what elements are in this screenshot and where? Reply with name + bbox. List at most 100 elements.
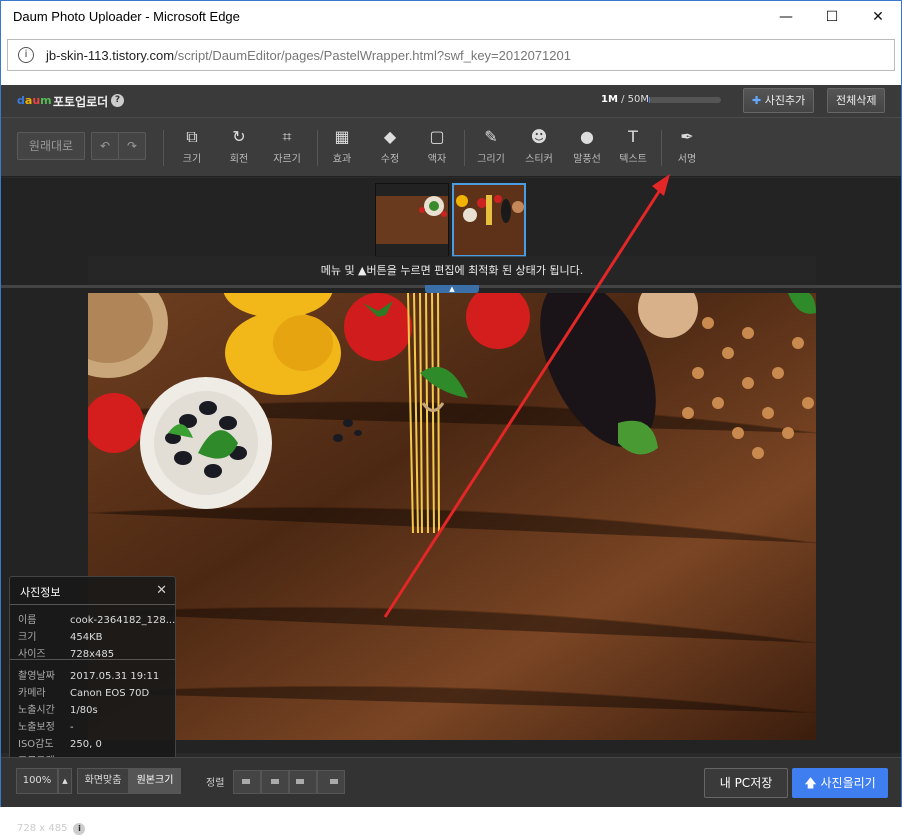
delete-all-button[interactable]: 전체삭제: [827, 88, 886, 113]
app-title: 포토업로더: [53, 95, 109, 109]
info-key: 이름: [18, 615, 37, 626]
toolbar-divider: [661, 130, 662, 166]
zoom-dropdown-icon[interactable]: ▲: [58, 768, 72, 794]
main-photo[interactable]: [88, 293, 816, 740]
info-row: 카메라 Canon EOS 70D: [18, 684, 178, 701]
info-value: 2017.05.31 19:11: [70, 671, 160, 682]
info-header: 사진정보 ✕: [10, 577, 175, 605]
undo-icon[interactable]: ↶: [91, 132, 119, 160]
maximize-button[interactable]: ☐: [809, 1, 855, 33]
fit-screen-button[interactable]: 화면맞춤: [77, 768, 129, 794]
toolbar-divider: [163, 130, 164, 166]
url-host: jb-skin-113.tistory.com: [46, 48, 175, 63]
align-left-icon[interactable]: [233, 770, 261, 794]
food-photo-image: [88, 293, 816, 740]
info-title: 사진정보: [20, 586, 61, 599]
align-wrap-left-icon[interactable]: [289, 770, 317, 794]
edit-toolbar: 원래대로 ↶ ↷ ⧉ 크기 ↻ 회전 ⌗ 자르기 ▦ 효과 ◆ 수정 ▢ 액자 ✎ 그리기 ☻ 스티커 ● 말풍선…: [1, 117, 901, 177]
info-key: ISO감도: [18, 739, 54, 750]
photo-stage: 메뉴 및 ▲버튼을 누르면 편집에 최적화 된 상태가 됩니다. ▲ 사진정보 …: [1, 178, 901, 835]
thumbnail-1[interactable]: [375, 183, 449, 257]
align-wrap-right-icon[interactable]: [317, 770, 345, 794]
upload-photo-button[interactable]: 🡅 사진올리기: [792, 768, 888, 798]
resize-icon: ⧉: [186, 127, 198, 146]
close-window-button[interactable]: ✕: [855, 1, 901, 33]
brush-icon: ✎: [484, 127, 498, 146]
redo-icon[interactable]: ↷: [118, 132, 146, 160]
info-key: 크기: [18, 632, 37, 643]
tool-label: 자르기: [273, 154, 301, 165]
daum-logo: daum: [17, 94, 52, 107]
help-icon[interactable]: ?: [111, 94, 124, 107]
info-value: cook-2364182_128...: [70, 615, 176, 626]
photo-uploader-app: daum 포토업로더 ? 1M / 50M ✚ 사진추가 전체삭제 원래대로 ↶…: [1, 85, 901, 835]
info-row: 이름 cook-2364182_128...: [18, 611, 178, 628]
storage-used: 1M: [601, 94, 618, 105]
align-label: 정렬: [206, 778, 225, 789]
app-header: daum 포토업로더 ? 1M / 50M ✚ 사진추가 전체삭제: [1, 85, 901, 117]
upload-arrow-icon: 🡅: [804, 776, 817, 790]
tool-effect[interactable]: ▦ 효과: [319, 126, 365, 170]
eraser-icon: ◆: [383, 127, 397, 146]
pen-icon: ✒: [680, 127, 694, 146]
effect-icon: ▦: [334, 127, 350, 146]
save-to-pc-button[interactable]: 내 PC저장: [704, 768, 788, 798]
tool-text[interactable]: T 텍스트: [610, 126, 656, 170]
tool-eraser[interactable]: ◆ 수정: [367, 126, 413, 170]
footer-bar: 100% ▲ 화면맞춤 원본크기 정렬 내 PC저장 🡅 사진올리기: [1, 757, 901, 807]
info-row: 노출보정 -: [18, 718, 178, 735]
zoom-select[interactable]: 100%: [16, 768, 58, 794]
url-field[interactable]: i jb-skin-113.tistory.com/script/DaumEdi…: [7, 39, 895, 71]
tool-speech-bubble[interactable]: ● 말풍선: [564, 126, 610, 170]
info-icon[interactable]: i: [18, 47, 34, 63]
info-divider: [10, 659, 175, 660]
info-key: 촬영날짜: [18, 671, 55, 682]
info-value: 1/80s: [70, 705, 98, 716]
toolbar-divider: [317, 130, 318, 166]
tool-rotate[interactable]: ↻ 회전: [216, 126, 262, 170]
thumbnail-2-selected[interactable]: [452, 183, 526, 257]
info-value: Canon EOS 70D: [70, 688, 150, 699]
tool-label: 텍스트: [619, 154, 647, 165]
frame-icon: ▢: [429, 127, 445, 146]
info-key: 카메라: [18, 688, 46, 699]
tool-smiley[interactable]: ☻ 스티커: [516, 126, 562, 170]
tool-crop[interactable]: ⌗ 자르기: [264, 126, 310, 170]
expand-arrow-icon[interactable]: ▲: [425, 285, 479, 293]
info-key: 노출보정: [18, 722, 55, 733]
info-key: 사이즈: [18, 649, 46, 660]
url-text: jb-skin-113.tistory.com/script/DaumEdito…: [46, 48, 571, 63]
info-key: 노출시간: [18, 705, 55, 716]
tool-label: 액자: [427, 154, 447, 165]
storage-bar-fill: [649, 97, 651, 103]
align-center-icon[interactable]: [261, 770, 289, 794]
thumbnail-1-image: [376, 184, 448, 256]
close-icon[interactable]: ✕: [156, 583, 167, 598]
info-icon[interactable]: i: [73, 823, 86, 835]
tool-brush[interactable]: ✎ 그리기: [468, 126, 514, 170]
browser-window: Daum Photo Uploader - Microsoft Edge — ☐…: [0, 0, 902, 835]
thumbnail-2-image: [454, 185, 524, 255]
minimize-button[interactable]: —: [763, 1, 809, 33]
crop-icon: ⌗: [282, 127, 292, 146]
tool-frame[interactable]: ▢ 액자: [414, 126, 460, 170]
tool-pen[interactable]: ✒ 서명: [664, 126, 710, 170]
add-photo-label: 사진추가: [764, 94, 806, 107]
tool-label: 회전: [229, 154, 249, 165]
reset-button[interactable]: 원래대로: [17, 132, 85, 160]
tool-label: 크기: [182, 154, 202, 165]
tool-label: 스티커: [525, 154, 553, 165]
storage-bar: [649, 97, 721, 103]
original-size-button[interactable]: 원본크기: [129, 768, 181, 794]
tool-label: 그리기: [477, 154, 505, 165]
plus-icon: ✚: [752, 94, 762, 107]
info-row: 노출시간 1/80s: [18, 701, 178, 718]
dimensions-text: 728 x 485: [17, 823, 68, 834]
storage-total: / 50M: [617, 94, 650, 105]
tool-resize[interactable]: ⧉ 크기: [169, 126, 215, 170]
add-photo-button[interactable]: ✚ 사진추가: [743, 88, 815, 113]
tool-label: 말풍선: [573, 154, 601, 165]
info-row: ISO감도 250, 0: [18, 735, 178, 752]
info-value: 250, 0: [70, 739, 102, 750]
smiley-icon: ☻: [530, 127, 548, 146]
